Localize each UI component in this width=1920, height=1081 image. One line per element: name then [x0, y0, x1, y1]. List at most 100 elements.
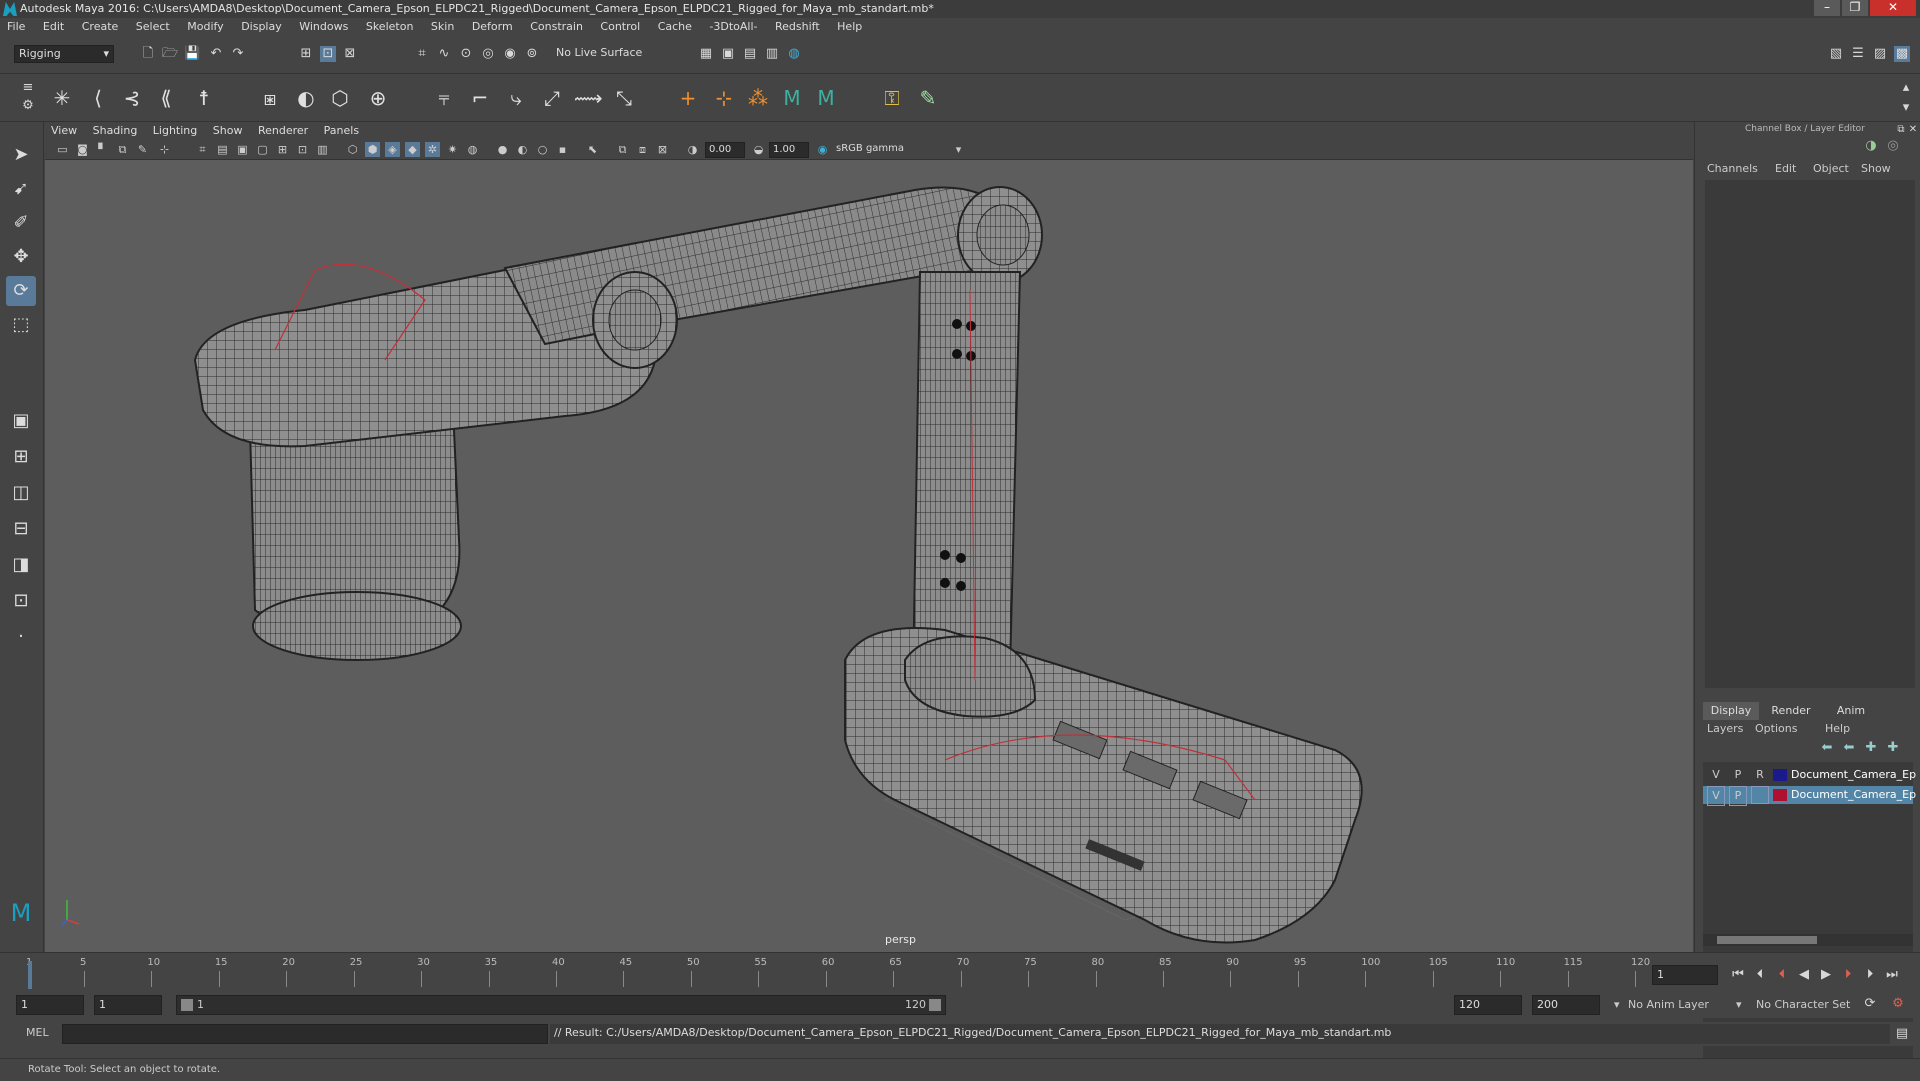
safe-title-icon[interactable]: ▥ [315, 142, 330, 157]
anim-layer-dropdown[interactable]: No Anim Layer [1628, 998, 1709, 1011]
ipr-render-icon[interactable]: ▤ [742, 46, 758, 62]
menu-skin[interactable]: Skin [424, 18, 461, 36]
render-view-icon[interactable]: ▦ [698, 46, 714, 62]
custom-layout-icon[interactable]: ⊡ [6, 586, 36, 616]
shadows-icon[interactable]: ✷ [445, 142, 460, 157]
move-layer-up-icon[interactable]: ⬅ [1819, 740, 1835, 756]
current-time-marker[interactable] [28, 961, 32, 989]
color-management-icon[interactable]: ◉ [815, 142, 830, 157]
color-space-dropdown[interactable]: sRGB gamma [833, 142, 963, 158]
close-button[interactable]: ✕ [1870, 0, 1916, 16]
channel-box-toggle-icon[interactable]: ▩ [1894, 46, 1910, 62]
graph-editor-icon[interactable]: ✎ [914, 84, 942, 112]
step-forward-frame-icon[interactable]: ⏵ [1840, 967, 1856, 983]
layer-scrollbar[interactable] [1703, 934, 1913, 946]
step-forward-key-icon[interactable]: ⏵ [1862, 967, 1878, 983]
layer-color-swatch[interactable] [1773, 789, 1787, 801]
attribute-editor-icon[interactable]: ☰ [1850, 46, 1866, 62]
snap-live-icon[interactable]: ⊚ [524, 46, 540, 62]
paint-weights-icon[interactable]: ◐ [292, 84, 320, 112]
snap-curve-icon[interactable]: ∿ [436, 46, 452, 62]
select-hierarchy-icon[interactable]: ⊞ [298, 46, 314, 62]
grease-pencil-icon[interactable]: ✎ [135, 142, 150, 157]
rotate-tool-icon[interactable]: ⟳ [6, 276, 36, 306]
field-chart-icon[interactable]: ⊞ [275, 142, 290, 157]
move-layer-down-icon[interactable]: ⬅ [1841, 740, 1857, 756]
shelf-scroll-down-icon[interactable]: ▾ [1898, 100, 1914, 116]
2d-pan-zoom-icon[interactable]: ⊹ [157, 142, 172, 157]
play-backward-icon[interactable]: ◀ [1796, 967, 1812, 983]
chevron-down-icon[interactable]: ▾ [1736, 998, 1742, 1011]
range-slider[interactable]: 1 120 [176, 995, 946, 1015]
wireframe-icon[interactable]: ⬡ [345, 142, 360, 157]
maximize-button[interactable]: ❐ [1842, 0, 1868, 16]
close-panel-icon[interactable]: ✕ [1905, 122, 1920, 138]
ik-spline-icon[interactable]: ⊰ [118, 84, 146, 112]
wireframe-on-shaded-icon[interactable]: ◈ [385, 142, 400, 157]
animation-preferences-icon[interactable]: ⚙ [1890, 996, 1906, 1012]
scale-tool-icon[interactable]: ⬚ [6, 310, 36, 340]
tool-settings-icon[interactable]: ▨ [1872, 46, 1888, 62]
shelf-scroll-up-icon[interactable]: ▴ [1898, 80, 1914, 96]
layer-reference-toggle[interactable] [1751, 786, 1769, 804]
vp-menu-renderer[interactable]: Renderer [252, 122, 314, 140]
hypershade-layout-icon[interactable]: ◨ [6, 550, 36, 580]
ambient-occlusion-icon[interactable]: ◍ [465, 142, 480, 157]
layer-visibility-toggle[interactable]: V [1707, 786, 1725, 806]
menu-redshift[interactable]: Redshift [768, 18, 827, 36]
layer-menu-help[interactable]: Help [1825, 722, 1850, 735]
persp-outliner-layout-icon[interactable]: ◫ [6, 478, 36, 508]
cb-menu-show[interactable]: Show [1861, 162, 1891, 175]
go-to-end-icon[interactable]: ⏭ [1884, 967, 1900, 983]
use-all-lights-icon[interactable]: ✲ [425, 142, 440, 157]
bind-skin-icon[interactable]: ⧆ [256, 84, 284, 112]
save-scene-icon[interactable]: 💾 [184, 46, 200, 62]
snap-point-icon[interactable]: ⊙ [458, 46, 474, 62]
camera-attributes-icon[interactable]: ◙ [75, 142, 90, 157]
new-layer-selected-icon[interactable]: ✚ [1885, 740, 1901, 756]
vp-menu-show[interactable]: Show [207, 122, 249, 140]
modeling-toolkit-icon[interactable]: ▧ [1828, 46, 1844, 62]
toolbox-more-icon[interactable]: · [6, 622, 36, 652]
menu-deform[interactable]: Deform [465, 18, 520, 36]
menu-constrain[interactable]: Constrain [523, 18, 590, 36]
animation-end-field[interactable]: 200 [1532, 995, 1600, 1015]
hypershade-icon[interactable]: ◍ [786, 46, 802, 62]
playback-start-field[interactable]: 1 [94, 995, 162, 1015]
rig-node-icon[interactable]: ⁂ [744, 84, 772, 112]
four-view-layout-icon[interactable]: ⊞ [6, 442, 36, 472]
backface-culling-icon[interactable]: ⊠ [655, 142, 670, 157]
smooth-shade-icon[interactable]: ⬢ [365, 142, 380, 157]
menuset-dropdown[interactable]: Rigging ▾ [14, 45, 114, 63]
range-end-handle[interactable] [929, 999, 941, 1011]
snap-grid-icon[interactable]: ⌗ [414, 46, 430, 62]
menu-windows[interactable]: Windows [292, 18, 355, 36]
layer-playback-toggle[interactable]: P [1729, 766, 1747, 784]
xray-joints-icon[interactable]: ⧉ [615, 142, 630, 157]
insert-joint-icon[interactable]: ⟪ [152, 84, 180, 112]
layer-playback-toggle[interactable]: P [1729, 786, 1747, 806]
safe-action-icon[interactable]: ⊡ [295, 142, 310, 157]
menu-help[interactable]: Help [830, 18, 869, 36]
menu-3dtoall[interactable]: -3DtoAll- [702, 18, 764, 36]
auto-key-icon[interactable]: ⟳ [1862, 996, 1878, 1012]
animation-start-field[interactable]: 1 [16, 995, 84, 1015]
human-ik-icon[interactable]: M [778, 84, 806, 112]
resolution-gate-icon[interactable]: ▣ [235, 142, 250, 157]
ik-handle-icon[interactable]: ⟨ [84, 84, 112, 112]
chevron-down-icon[interactable]: ▾ [1614, 998, 1620, 1011]
scale-constraint-icon[interactable]: ⤢ [538, 84, 566, 112]
skeleton-icon[interactable]: ☨ [190, 84, 218, 112]
point-constraint-icon[interactable]: ⌐ [466, 84, 494, 112]
go-to-start-icon[interactable]: ⏮ [1730, 967, 1746, 983]
menu-edit[interactable]: Edit [36, 18, 71, 36]
open-scene-icon[interactable]: 🗁 [162, 46, 178, 62]
image-plane-icon[interactable]: ⧉ [115, 142, 130, 157]
depth-of-field-icon[interactable]: ○ [535, 142, 550, 157]
perspective-viewport[interactable]: persp [45, 160, 1693, 952]
menu-control[interactable]: Control [593, 18, 647, 36]
gamma-field[interactable]: 1.00 [769, 142, 809, 158]
current-frame-field[interactable]: 1 [1652, 965, 1718, 985]
aim-constraint-icon[interactable]: ⟿ [574, 84, 603, 112]
snap-view-icon[interactable]: ◎ [480, 46, 496, 62]
